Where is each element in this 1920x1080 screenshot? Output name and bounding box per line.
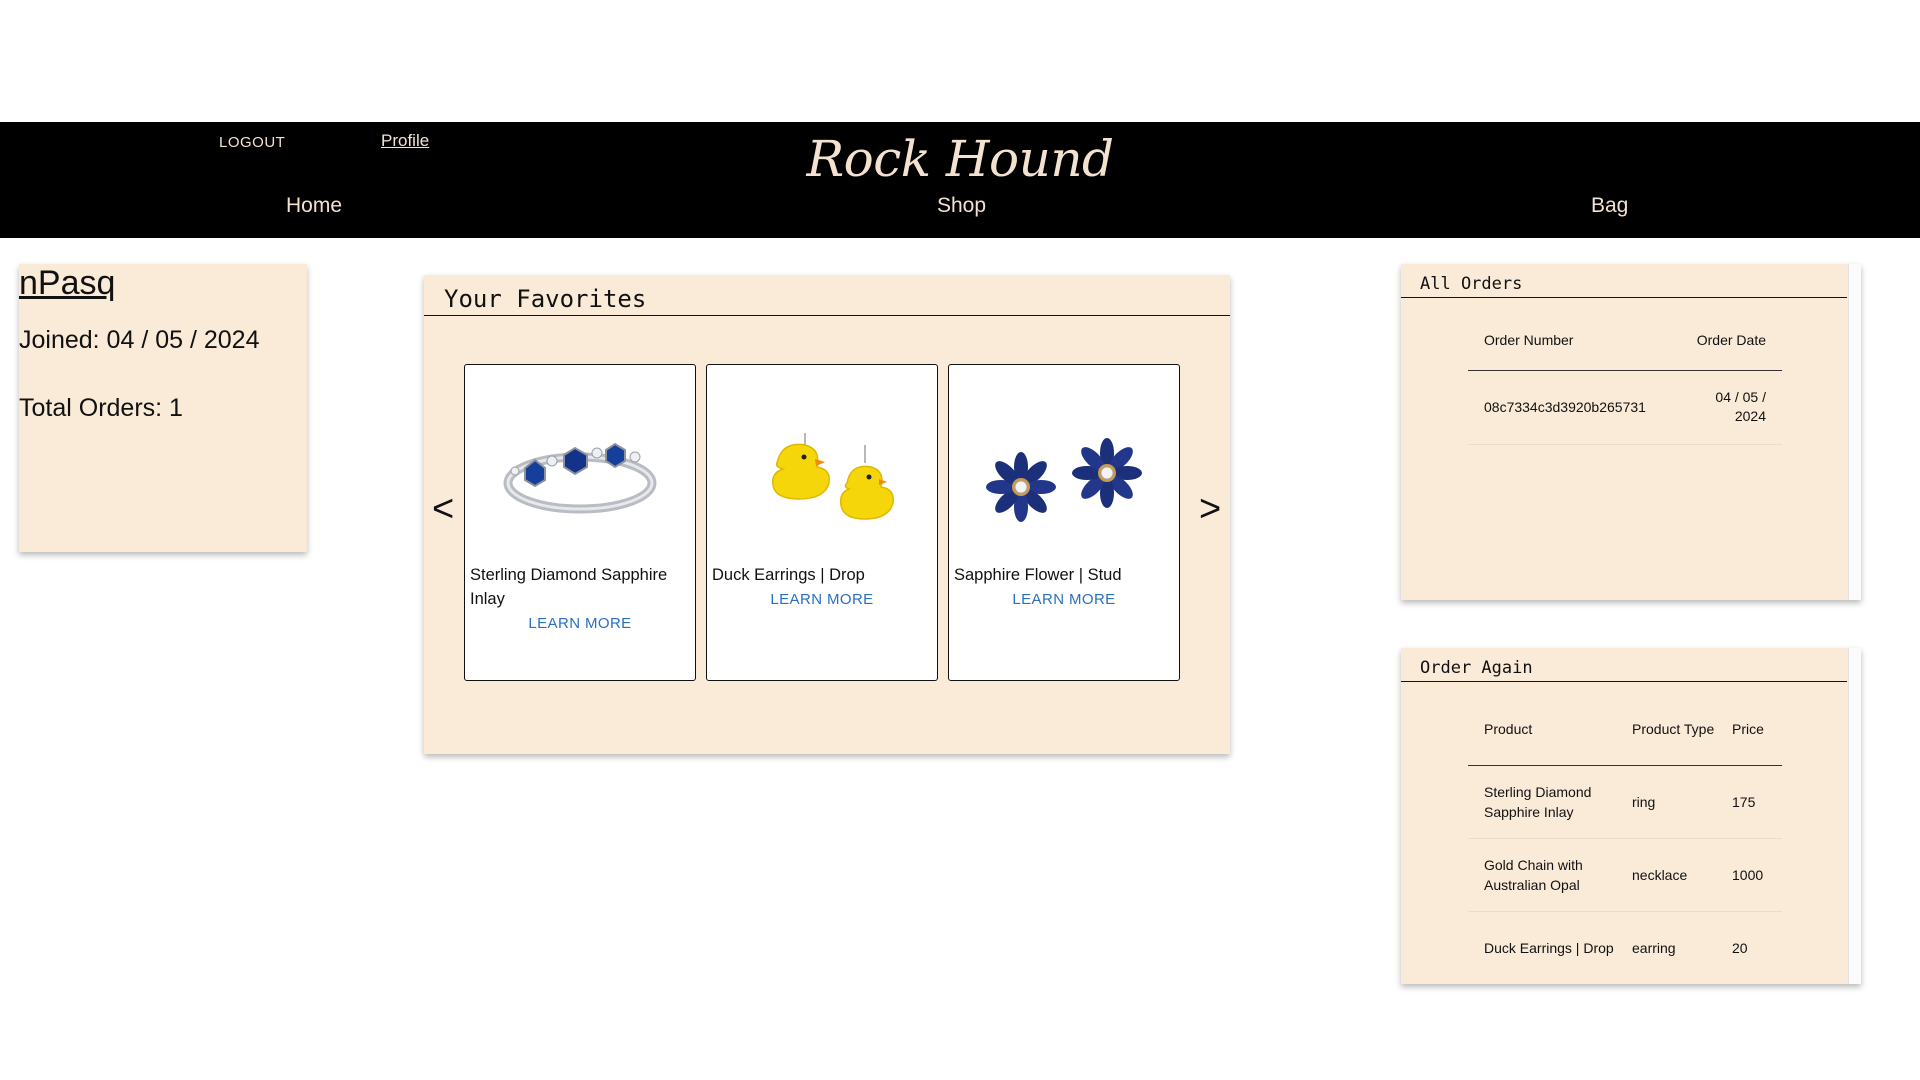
favorites-title: Your Favorites (444, 285, 647, 313)
table-row[interactable]: 08c7334c3d3920b265731 04 / 05 / 2024 (1468, 370, 1782, 444)
carousel-next-button[interactable]: > (1199, 488, 1221, 531)
product-name-text: Duck Earrings | Drop (712, 566, 865, 584)
favorite-product-name: Sapphire Flower | Stud LEARN MORE (954, 563, 1174, 612)
duck-earrings-icon (771, 433, 894, 520)
favorite-product-card[interactable]: Sterling Diamond Sapphire Inlay LEARN MO… (464, 364, 696, 681)
top-header: LOGOUT Profile Rock Hound Home Shop Bag (0, 122, 1920, 238)
order-again-title: Order Again (1420, 658, 1533, 678)
table-row[interactable]: Sterling Diamond Sapphire Inlay ring 175 (1468, 765, 1782, 838)
learn-more-link[interactable]: LEARN MORE (712, 588, 932, 612)
price-cell: 175 (1732, 793, 1756, 810)
table-row[interactable]: Gold Chain with Australian Opal necklace… (1468, 838, 1782, 911)
orders-table: Order Number Order Date 08c7334c3d3920b2… (1468, 310, 1782, 445)
nav-home-link[interactable]: Home (286, 194, 342, 218)
favorites-card: Your Favorites < > Sterling Diamond Sapp… (424, 275, 1230, 754)
all-orders-card: All Orders Order Number Order Date 08c73… (1401, 264, 1861, 600)
username-link[interactable]: nPasq (19, 264, 115, 303)
learn-more-link[interactable]: LEARN MORE (470, 612, 690, 636)
product-name-text: Sterling Diamond Sapphire Inlay (470, 566, 668, 608)
scrollbar[interactable] (1848, 648, 1861, 984)
learn-more-link[interactable]: LEARN MORE (954, 588, 1174, 612)
product-cell: Gold Chain with Australian Opal (1484, 856, 1583, 893)
joined-date: Joined: 04 / 05 / 2024 (19, 326, 260, 354)
favorite-product-name: Sterling Diamond Sapphire Inlay LEARN MO… (470, 563, 690, 636)
nav-bag-link[interactable]: Bag (1591, 194, 1628, 218)
table-header-row: Product Product Type Price (1468, 694, 1782, 765)
carousel-prev-button[interactable]: < (432, 488, 454, 531)
column-header-order-date: Order Date (1696, 331, 1766, 348)
column-header-product-type: Product Type (1632, 721, 1715, 738)
order-date-cell: 04 / 05 / 2024 (1715, 389, 1766, 424)
product-cell: Sterling Diamond Sapphire Inlay (1484, 783, 1592, 820)
favorite-product-card[interactable]: Duck Earrings | Drop LEARN MORE (706, 364, 938, 681)
user-summary-card: nPasq Joined: 04 / 05 / 2024 Total Order… (19, 264, 307, 552)
product-cell: Duck Earrings | Drop (1484, 939, 1614, 956)
price-cell: 1000 (1732, 866, 1764, 883)
scrollbar[interactable] (1848, 264, 1861, 600)
product-name-text: Sapphire Flower | Stud (954, 566, 1122, 584)
price-cell: 20 (1732, 939, 1748, 956)
flower-stud-icon (986, 438, 1142, 522)
favorite-product-name: Duck Earrings | Drop LEARN MORE (712, 563, 932, 612)
divider (1401, 297, 1847, 298)
divider (1401, 681, 1847, 682)
order-number-cell: 08c7334c3d3920b265731 (1484, 399, 1646, 415)
table-header-row: Order Number Order Date (1468, 310, 1782, 370)
brand-logo[interactable]: Rock Hound (0, 130, 1920, 188)
column-header-price: Price (1732, 721, 1764, 738)
product-type-cell: ring (1632, 793, 1656, 810)
all-orders-title: All Orders (1420, 274, 1523, 294)
table-row[interactable]: Duck Earrings | Drop earring 20 (1468, 911, 1782, 984)
product-type-cell: earring (1632, 939, 1676, 956)
divider (424, 315, 1230, 316)
product-type-cell: necklace (1632, 866, 1688, 883)
favorite-product-card[interactable]: Sapphire Flower | Stud LEARN MORE (948, 364, 1180, 681)
order-again-card: Order Again Product Product Type Price S… (1401, 648, 1861, 984)
order-again-table: Product Product Type Price Sterling Diam… (1468, 694, 1782, 984)
total-orders: Total Orders: 1 (19, 394, 183, 422)
nav-shop-link[interactable]: Shop (937, 194, 986, 218)
sapphire-ring-icon (503, 442, 657, 514)
column-header-product: Product (1484, 721, 1533, 738)
column-header-order-number: Order Number (1484, 331, 1574, 348)
